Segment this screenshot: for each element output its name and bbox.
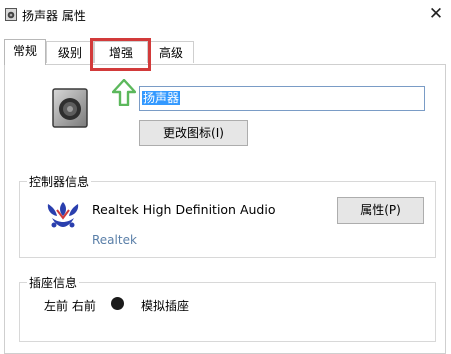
tab-advanced[interactable]: 高级: [148, 41, 194, 63]
close-button[interactable]: ✕: [421, 0, 451, 30]
jack-dot-icon: [111, 297, 124, 310]
change-icon-button[interactable]: 更改图标(I): [139, 120, 248, 146]
jack-location: 左前 右前: [44, 299, 96, 313]
jack-info-label: 插座信息: [27, 274, 80, 291]
speaker-icon: [52, 88, 88, 128]
speaker-icon: [5, 8, 17, 21]
controller-name: Realtek High Definition Audio: [92, 202, 276, 217]
device-name-input[interactable]: 扬声器: [139, 86, 425, 111]
controller-vendor: Realtek: [92, 233, 137, 247]
device-name-text: 扬声器: [142, 91, 181, 105]
tab-levels[interactable]: 级别: [46, 41, 94, 63]
tab-enhancements[interactable]: 增强: [94, 41, 148, 63]
controller-info-label: 控制器信息: [27, 173, 92, 190]
tab-general[interactable]: 常规: [4, 39, 46, 65]
jack-type: 模拟插座: [141, 299, 190, 313]
window-title: 扬声器 属性: [22, 9, 86, 23]
properties-button[interactable]: 属性(P): [337, 197, 424, 224]
arrow-up-icon: [112, 79, 136, 106]
realtek-logo-icon: [47, 202, 79, 228]
title-bar: 扬声器 属性 ✕: [0, 0, 451, 30]
